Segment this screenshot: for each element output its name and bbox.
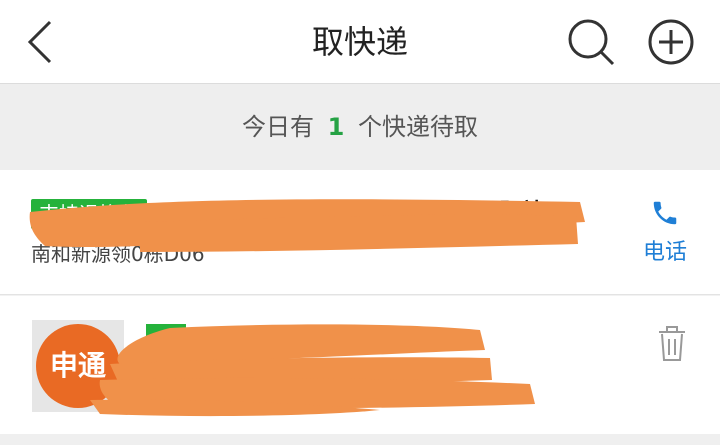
summary-prefix: 今日有 <box>242 113 314 141</box>
courier-logo-badge: 申通 <box>36 324 120 408</box>
search-button[interactable] <box>566 17 616 67</box>
top-nav-bar: 取快递 <box>0 0 720 84</box>
phone-icon <box>653 201 677 225</box>
phone-label: 电话 <box>642 240 687 265</box>
return-exchange-tag: 支持退换货 <box>31 199 147 229</box>
pickup-station-card[interactable]: 支持退换货 驿站 南和新源领0栋D06 电话 <box>0 170 720 295</box>
call-station-button[interactable]: 电话 <box>630 198 700 268</box>
bottom-divider <box>0 434 720 445</box>
trash-icon <box>659 326 685 361</box>
search-icon <box>568 19 615 66</box>
parcel-tag <box>146 324 186 342</box>
station-address: 南和新源领0栋D06 <box>31 242 205 266</box>
summary-suffix: 个快递待取 <box>357 113 478 141</box>
pending-count: 1 <box>327 113 345 141</box>
add-button[interactable] <box>646 17 696 67</box>
plus-circle-icon <box>648 19 694 65</box>
station-name: 驿站 <box>500 200 545 225</box>
pending-summary: 今日有 1 个快递待取 <box>0 84 720 170</box>
parcel-card[interactable]: 申通 <box>0 296 720 434</box>
courier-logo: 申通 <box>32 320 124 412</box>
delete-button[interactable] <box>656 326 688 362</box>
